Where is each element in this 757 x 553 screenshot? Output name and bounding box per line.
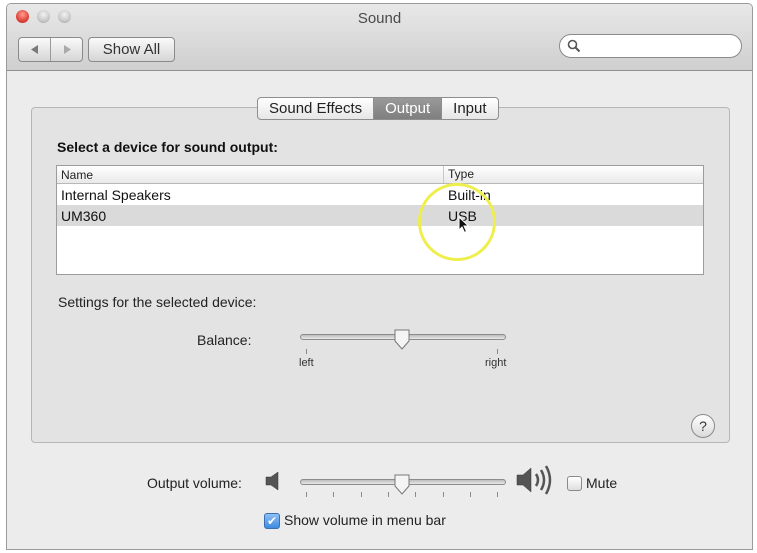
volume-knob[interactable] (393, 474, 411, 496)
volume-tick (306, 492, 307, 497)
balance-left-label: left (299, 357, 314, 369)
balance-tick (497, 349, 498, 354)
volume-tick (442, 492, 444, 497)
device-table: Name Type Internal Speakers Built-in UM3… (56, 165, 704, 275)
show-all-button[interactable]: Show All (88, 37, 175, 62)
show-volume-label[interactable]: Show volume in menu bar (284, 512, 446, 528)
table-row[interactable]: Internal Speakers Built-in (57, 184, 703, 205)
search-field[interactable] (559, 34, 742, 58)
mouse-cursor-icon (458, 216, 470, 234)
balance-label: Balance: (197, 332, 252, 348)
table-row-selected[interactable]: UM360 USB (57, 205, 703, 226)
balance-knob[interactable] (393, 329, 411, 351)
mute-checkbox[interactable] (567, 476, 582, 491)
device-name: Internal Speakers (61, 187, 171, 203)
forward-button[interactable] (50, 38, 82, 61)
volume-tick (497, 492, 499, 497)
volume-tick (387, 492, 389, 497)
help-button[interactable]: ? (691, 414, 715, 438)
back-arrow-icon (30, 45, 38, 54)
tab-output[interactable]: Output (373, 98, 442, 119)
column-header-name[interactable]: Name (61, 168, 93, 182)
device-name: UM360 (61, 208, 107, 224)
cursor-highlight-ring (418, 183, 496, 261)
navigation-buttons (18, 37, 83, 62)
table-header: Name Type (57, 166, 703, 184)
mute-label[interactable]: Mute (586, 475, 617, 491)
output-panel (31, 107, 730, 443)
sound-window: Sound Show All Sound Effects Output Inpu… (6, 3, 753, 550)
tab-sound-effects[interactable]: Sound Effects (258, 98, 373, 119)
balance-right-label: right (485, 357, 507, 369)
title-bar: Sound Show All (7, 4, 752, 71)
tab-input[interactable]: Input (441, 98, 497, 119)
output-volume-label: Output volume: (147, 475, 242, 491)
column-header-type[interactable]: Type (443, 166, 474, 183)
settings-label: Settings for the selected device: (58, 294, 257, 310)
speaker-low-icon[interactable] (265, 471, 281, 491)
balance-tick (306, 349, 307, 354)
device-heading: Select a device for sound output: (57, 139, 278, 155)
volume-tick (333, 492, 335, 497)
forward-arrow-icon (63, 45, 71, 54)
volume-tick (415, 492, 417, 497)
tab-bar: Sound Effects Output Input (257, 97, 499, 120)
search-icon (567, 39, 581, 53)
show-volume-checkbox[interactable]: ✔ (264, 513, 280, 529)
window-title: Sound (357, 10, 402, 27)
speaker-high-icon[interactable] (516, 464, 556, 496)
volume-tick (469, 492, 471, 497)
volume-tick (360, 492, 362, 497)
back-button[interactable] (19, 38, 50, 61)
